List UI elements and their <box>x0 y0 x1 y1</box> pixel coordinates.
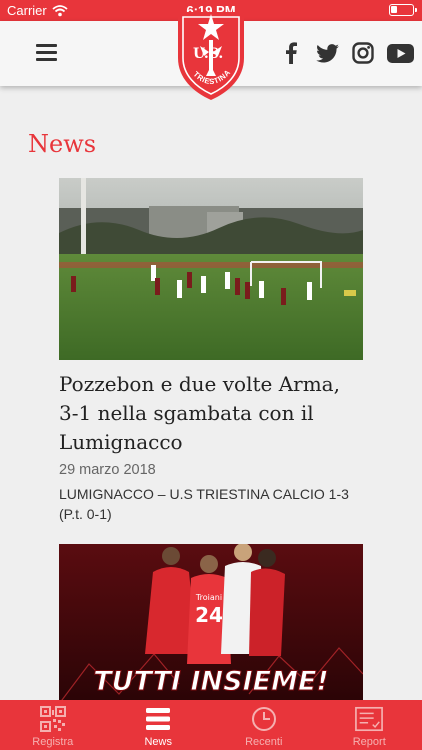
instagram-icon[interactable] <box>351 41 375 65</box>
tab-label: Recenti <box>245 736 283 748</box>
qr-code-icon <box>39 705 67 733</box>
news-headline[interactable]: Pozzebon e due volte Arma, 3-1 nella sga… <box>59 370 363 457</box>
news-date: 29 marzo 2018 <box>59 462 156 478</box>
youtube-icon[interactable] <box>387 41 414 65</box>
jersey-number: 24 <box>195 603 223 627</box>
tab-news[interactable]: News <box>106 700 212 750</box>
menu-icon[interactable] <box>36 44 57 61</box>
news-card-image[interactable]: 24 Troiani TUTTI INSIEME! <box>59 544 363 704</box>
report-icon <box>355 705 384 733</box>
tab-recenti[interactable]: Recenti <box>211 700 317 750</box>
tab-label: News <box>144 736 172 748</box>
jersey-name: Troiani <box>195 593 222 602</box>
club-logo[interactable]: U.S. TRIESTINA <box>174 6 248 102</box>
news-card[interactable]: Pozzebon e due volte Arma, 3-1 nella sga… <box>59 178 363 524</box>
social-links <box>279 41 414 65</box>
tab-registra[interactable]: Registra <box>0 700 106 750</box>
list-icon <box>144 705 172 733</box>
logo-text-us: U.S. <box>193 46 223 62</box>
clock-icon <box>250 705 278 733</box>
facebook-icon[interactable] <box>279 41 303 65</box>
twitter-icon[interactable] <box>315 41 339 65</box>
tab-report[interactable]: Report <box>317 700 422 750</box>
news-card[interactable]: 24 Troiani TUTTI INSIEME! <box>59 544 363 704</box>
news-card-image[interactable] <box>59 178 363 360</box>
news-excerpt: LUMIGNACCO – U.S TRIESTINA CALCIO 1-3 (P… <box>59 486 349 522</box>
tab-bar: Registra News Recenti Report <box>0 700 422 750</box>
page-title: News <box>28 130 97 158</box>
tab-label: Registra <box>32 736 74 748</box>
tab-label: Report <box>352 736 386 748</box>
battery-icon <box>389 4 417 16</box>
banner-text: TUTTI INSIEME! <box>93 666 328 697</box>
